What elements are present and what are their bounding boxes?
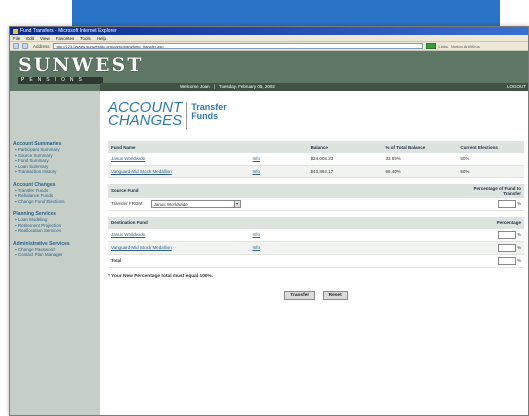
percentage-note: * Your New Percentage total must equal 1… bbox=[108, 273, 214, 279]
norton-antivirus-label[interactable]: Norton AntiVirus bbox=[451, 44, 480, 49]
table-row: Transfer FROM: Janus Worldwide ▾ % bbox=[108, 197, 524, 211]
percent-sign: % bbox=[516, 200, 521, 206]
nav-group-account-summaries: Account Summaries ▪ Participant Summary … bbox=[13, 141, 97, 175]
links-label[interactable]: Links bbox=[439, 44, 448, 49]
column-header: Percentage of Fund to Transfer bbox=[464, 183, 524, 198]
fund-info-link[interactable]: Info bbox=[252, 245, 260, 250]
nav-group-planning-services: Planning Services ▪ Loan Modeling ▪ Reti… bbox=[13, 211, 97, 234]
page: SUNWEST PENSIONS Welcome Joan | Tuesday, F… bbox=[10, 51, 528, 415]
fund-name-link[interactable]: Vanguard Mid Stock Medallion bbox=[111, 169, 172, 174]
fund-election: 50% bbox=[457, 153, 524, 166]
table-row: Janus Worldwide Info $24,005.23 33.59% 5… bbox=[108, 153, 524, 166]
source-fund-select[interactable]: Janus Worldwide ▾ bbox=[150, 199, 241, 208]
menu-help[interactable]: Help bbox=[97, 36, 106, 41]
browser-window: Fund Transfers - Microsoft Internet Expl… bbox=[9, 26, 529, 416]
transfer-button[interactable]: Transfer bbox=[284, 290, 316, 300]
heading-account-changes: ACCOUNT CHANGES bbox=[108, 99, 183, 129]
logo-subtitle: PENSIONS bbox=[18, 77, 103, 84]
address-input[interactable] bbox=[52, 43, 423, 49]
forward-icon[interactable] bbox=[22, 43, 28, 49]
fund-election: 50% bbox=[457, 165, 524, 178]
total-label: Total bbox=[108, 254, 250, 268]
column-header: Destination Fund bbox=[108, 216, 250, 229]
chevron-down-icon[interactable]: ▾ bbox=[233, 200, 240, 207]
destination-fund-table: Destination Fund Percentage Janus Worldw… bbox=[108, 216, 524, 268]
percent-sign: % bbox=[516, 257, 521, 263]
site-header: SUNWEST PENSIONS Welcome Joan | Tuesday, F… bbox=[10, 51, 528, 91]
nav-group-administrative-services: Administrative Services ▪ Change Passwor… bbox=[13, 241, 97, 258]
fund-name-link[interactable]: Janus Worldwide bbox=[111, 232, 145, 237]
percent-sign: % bbox=[516, 244, 521, 250]
sidebar-item-transaction-history[interactable]: ▪ Transaction History bbox=[13, 169, 97, 175]
column-header: Percentage bbox=[464, 216, 524, 229]
reset-button[interactable]: Reset bbox=[322, 290, 348, 300]
column-header bbox=[249, 141, 308, 153]
sidebar-item-contact-plan-manager[interactable]: ▪ Contact Plan Manager bbox=[13, 252, 97, 258]
table-row: Janus Worldwide Info % bbox=[108, 228, 524, 242]
address-label: Address bbox=[33, 43, 50, 49]
table-header-row: Source Fund Percentage of Fund to Transf… bbox=[108, 183, 524, 198]
destination-percentage-input[interactable] bbox=[497, 230, 516, 239]
date-text: Tuesday, February 05, 2002 bbox=[218, 84, 275, 89]
percent-sign: % bbox=[516, 231, 521, 237]
column-header: Current Elections bbox=[457, 141, 524, 153]
menu-tools[interactable]: Tools bbox=[80, 36, 91, 41]
logout-link[interactable]: LOGOUT bbox=[507, 83, 526, 91]
table-row: Vanguard Mid Stock Medallion Info % bbox=[108, 241, 524, 255]
table-row: Total % bbox=[108, 254, 524, 268]
main-content: ACCOUNT CHANGES Transfer Funds Fund Name… bbox=[108, 99, 524, 300]
fund-name-link[interactable]: Janus Worldwide bbox=[111, 156, 145, 161]
welcome-text: Welcome Joan bbox=[180, 84, 210, 89]
fund-info-link[interactable]: Info bbox=[252, 156, 260, 161]
fund-name-link[interactable]: Vanguard Mid Stock Medallion bbox=[111, 245, 172, 250]
go-button[interactable] bbox=[425, 43, 436, 49]
table-header-row: Destination Fund Percentage bbox=[108, 216, 524, 229]
sidebar-item-change-fund-elections[interactable]: ▪ Change Fund Elections bbox=[13, 199, 97, 205]
fund-info-link[interactable]: Info bbox=[252, 232, 260, 237]
column-header: Fund Name bbox=[108, 141, 250, 153]
browser-icon bbox=[13, 28, 18, 34]
header-strip: Welcome Joan | Tuesday, February 05, 2002 … bbox=[100, 83, 528, 91]
column-header: Source Fund bbox=[108, 183, 464, 198]
fund-info-link[interactable]: Info bbox=[252, 169, 260, 174]
title-bar: Fund Transfers - Microsoft Internet Expl… bbox=[10, 27, 528, 35]
menu-edit[interactable]: Edit bbox=[26, 36, 34, 41]
nav-group-account-changes: Account Changes ▪ Transfer Funds ▪ Rebal… bbox=[13, 182, 97, 205]
menu-file[interactable]: File bbox=[13, 36, 20, 41]
menu-favorites[interactable]: Favorites bbox=[56, 36, 75, 41]
total-percentage-field bbox=[497, 256, 516, 265]
column-header: Balance bbox=[307, 141, 383, 153]
column-header: % of Total Balance bbox=[382, 141, 458, 153]
window-title: Fund Transfers - Microsoft Internet Expl… bbox=[20, 28, 117, 34]
transfer-from-label: Transfer FROM: bbox=[111, 200, 144, 206]
back-icon[interactable] bbox=[13, 43, 19, 49]
sidebar-item-reallocation-services[interactable]: ▪ Reallocation Services bbox=[13, 228, 97, 234]
page-title: ACCOUNT CHANGES Transfer Funds bbox=[108, 99, 524, 141]
fund-balance: $43,864.17 bbox=[307, 165, 383, 178]
fund-balance: $24,005.23 bbox=[307, 153, 383, 166]
funds-table: Fund Name Balance % of Total Balance Cur… bbox=[108, 141, 524, 178]
sidebar: Account Summaries ▪ Participant Summary … bbox=[10, 91, 100, 415]
source-fund-table: Source Fund Percentage of Fund to Transf… bbox=[108, 183, 524, 211]
sunwest-logo[interactable]: SUNWEST PENSIONS bbox=[18, 56, 143, 84]
logo-word: SUNWEST bbox=[18, 54, 144, 76]
fund-pct: 33.59% bbox=[382, 153, 458, 166]
table-row: Vanguard Mid Stock Medallion Info $43,86… bbox=[108, 165, 524, 178]
fund-pct: 66.40% bbox=[382, 165, 458, 178]
heading-transfer-funds: Transfer Funds bbox=[191, 102, 227, 121]
address-toolbar: Address Links Norton AntiVirus bbox=[10, 42, 528, 51]
table-header-row: Fund Name Balance % of Total Balance Cur… bbox=[108, 141, 524, 153]
destination-percentage-input[interactable] bbox=[497, 243, 516, 252]
menu-view[interactable]: View bbox=[40, 36, 50, 41]
form-buttons: Transfer Reset bbox=[108, 290, 524, 300]
menu-bar: File Edit View Favorites Tools Help bbox=[10, 35, 528, 42]
transfer-percentage-input[interactable] bbox=[497, 199, 516, 208]
heading-divider bbox=[186, 102, 188, 130]
